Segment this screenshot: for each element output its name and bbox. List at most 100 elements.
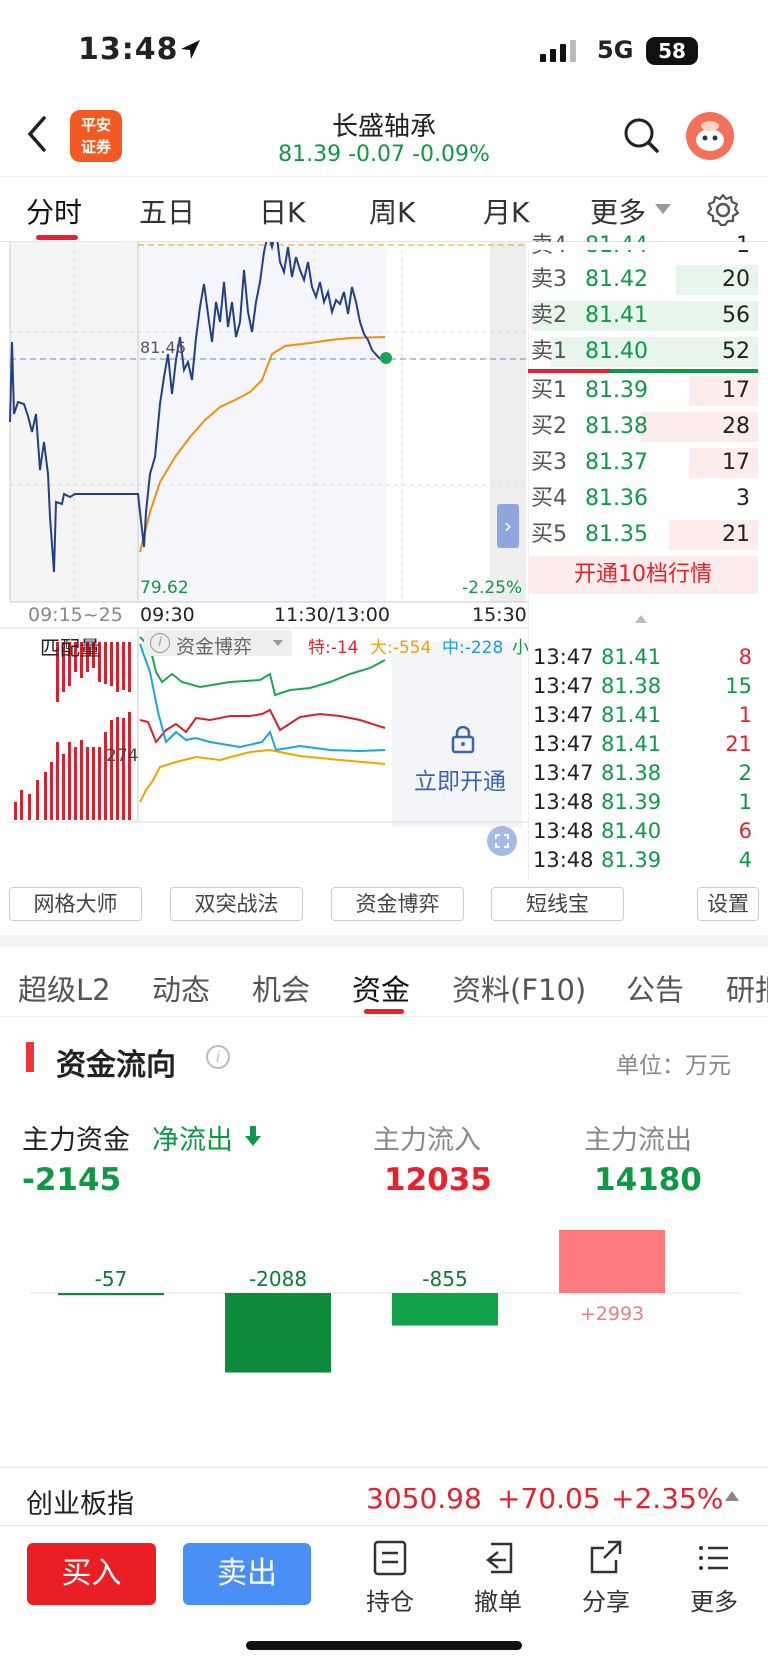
fund-flow-bar-label: -57: [95, 1267, 128, 1291]
tick-price: 81.39: [601, 790, 662, 814]
ask-volume: 52: [722, 339, 750, 364]
fund-game-selector[interactable]: i 资金博弈: [144, 630, 292, 658]
tab-news[interactable]: 动态: [152, 967, 210, 1009]
tick-time: 13:47: [533, 674, 594, 698]
intraday-chart-area: 81.46 79.62 -2.25% › 09:15~25 09:30 11:3…: [0, 233, 768, 880]
short-term-button[interactable]: 短线宝: [491, 887, 624, 921]
tab-profile[interactable]: 资料(F10): [452, 967, 586, 1009]
ask-price: 81.42: [585, 267, 648, 292]
tick-time: 13:47: [533, 645, 594, 669]
battery-indicator: 58: [646, 37, 698, 65]
fund-flow-bar: [58, 1293, 164, 1296]
tab-monthly-k[interactable]: 月K: [483, 191, 529, 231]
index-change-pct: +2.35%: [611, 1482, 724, 1515]
main-fund-label: 主力资金: [22, 1125, 130, 1156]
ask-row-2: 卖2 81.41 56: [531, 298, 758, 334]
fund-flow-bar: [225, 1293, 331, 1373]
more-menu-button[interactable]: 更多: [674, 1538, 754, 1617]
bid-volume: 28: [722, 414, 750, 439]
holdings-label: 持仓: [366, 1588, 414, 1616]
bid-row-1: 买1 81.39 17: [531, 373, 758, 409]
unlock-button[interactable]: 立即开通: [414, 762, 506, 796]
cancel-order-label: 撤单: [474, 1588, 522, 1616]
tick-volume: 1: [738, 703, 752, 727]
tab-weekly-k[interactable]: 周K: [369, 191, 415, 231]
tick-time: 13:48: [533, 790, 594, 814]
location-arrow-icon: [181, 40, 200, 59]
bid-volume: 21: [722, 522, 750, 547]
fund-flow-bar-label: -2088: [249, 1267, 307, 1291]
fund-flow-bar-chart: -57 -2088 -855 +2993: [30, 1230, 740, 1373]
ref-price-label: 81.46: [140, 338, 186, 357]
clock: 13:48: [78, 32, 179, 67]
fullscreen-button[interactable]: [487, 826, 517, 856]
fund-game-label: 资金博弈: [176, 636, 253, 658]
legend-large: 大:-554: [370, 638, 432, 658]
settings-button[interactable]: 设置: [697, 887, 759, 921]
settings-gear-icon[interactable]: [706, 193, 740, 227]
bid-row-3: 买3 81.37 17: [531, 445, 758, 481]
avatar[interactable]: [686, 112, 734, 160]
holdings-button[interactable]: 持仓: [350, 1538, 430, 1617]
tick-price: 81.40: [601, 819, 662, 843]
inflow-value: 12035: [384, 1162, 492, 1198]
stock-header: 平安 证券 长盛轴承 81.39 -0.07 -0.09%: [0, 100, 768, 176]
tab-funds[interactable]: 资金: [352, 967, 410, 1009]
low-pct-label: -2.25%: [462, 578, 523, 598]
outflow-label: 主力流出: [584, 1125, 692, 1156]
fullscreen-icon: [495, 834, 509, 848]
tab-super-l2[interactable]: 超级L2: [18, 967, 111, 1009]
index-name: 创业板指: [26, 1489, 134, 1520]
fund-game-button[interactable]: 资金博弈: [331, 887, 464, 921]
tab-more[interactable]: 更多: [590, 191, 646, 231]
cancel-order-button[interactable]: 撤单: [458, 1538, 538, 1617]
more-menu-icon: [699, 1546, 728, 1570]
net-outflow-label: 净流出: [152, 1125, 233, 1156]
info-icon[interactable]: i: [206, 1045, 230, 1069]
tick-price: 81.38: [601, 674, 662, 698]
tick-time: 13:47: [533, 732, 594, 756]
tab-opportunity[interactable]: 机会: [252, 967, 310, 1009]
expand-panel-button[interactable]: ›: [497, 504, 519, 548]
inflow-label: 主力流入: [373, 1125, 481, 1156]
active-tab-indicator: [36, 235, 78, 240]
search-icon[interactable]: [622, 116, 662, 156]
sell-button[interactable]: 卖出: [183, 1543, 311, 1605]
tick-row: 13:47 81.41 21: [533, 730, 758, 759]
cancel-order-icon: [485, 1542, 513, 1574]
index-ticker-bar[interactable]: 创业板指 3050.98 +70.05 +2.35%: [0, 1467, 768, 1525]
info-icon[interactable]: i: [150, 633, 170, 653]
tick-volume: 1: [738, 790, 752, 814]
upgrade-level10-button[interactable]: 开通10档行情: [528, 556, 758, 594]
tab-announcements[interactable]: 公告: [626, 967, 684, 1009]
more-label: 更多: [690, 1588, 738, 1616]
time-label-open: 09:30: [140, 604, 195, 626]
holdings-icon: [373, 1540, 407, 1576]
home-indicator[interactable]: [246, 1641, 522, 1650]
bid-price: 81.39: [585, 378, 648, 403]
tick-price: 81.41: [601, 732, 662, 756]
time-label-auction: 09:15~25: [28, 604, 123, 626]
auction-volume-label: 匹配量: [40, 636, 100, 660]
tab-five-day[interactable]: 五日: [139, 191, 195, 231]
volume-mid-label: 274: [106, 746, 139, 766]
share-button[interactable]: 分享: [566, 1538, 646, 1617]
expand-up-arrow-icon[interactable]: [724, 1490, 740, 1502]
bid-row-2: 买2 81.38 28: [531, 409, 758, 445]
tab-daily-k[interactable]: 日K: [259, 191, 305, 231]
buy-button[interactable]: 买入: [27, 1543, 156, 1605]
tick-time: 13:47: [533, 761, 594, 785]
double-breakout-button[interactable]: 双突战法: [170, 887, 303, 921]
tab-research[interactable]: 研报: [726, 967, 768, 1009]
tick-volume: 8: [738, 645, 752, 669]
status-bar: 13:48 5G 58: [0, 0, 768, 100]
tick-price: 81.39: [601, 848, 662, 872]
tick-row: 13:47 81.38 15: [533, 672, 758, 701]
tab-intraday[interactable]: 分时: [26, 191, 82, 231]
section-marker: [26, 1042, 34, 1072]
ask-volume: 56: [722, 303, 750, 328]
ask-price: 81.41: [585, 303, 648, 328]
bid-volume: 17: [722, 378, 750, 403]
scroll-up-arrow-icon[interactable]: [634, 614, 648, 624]
grid-master-button[interactable]: 网格大师: [9, 887, 142, 921]
